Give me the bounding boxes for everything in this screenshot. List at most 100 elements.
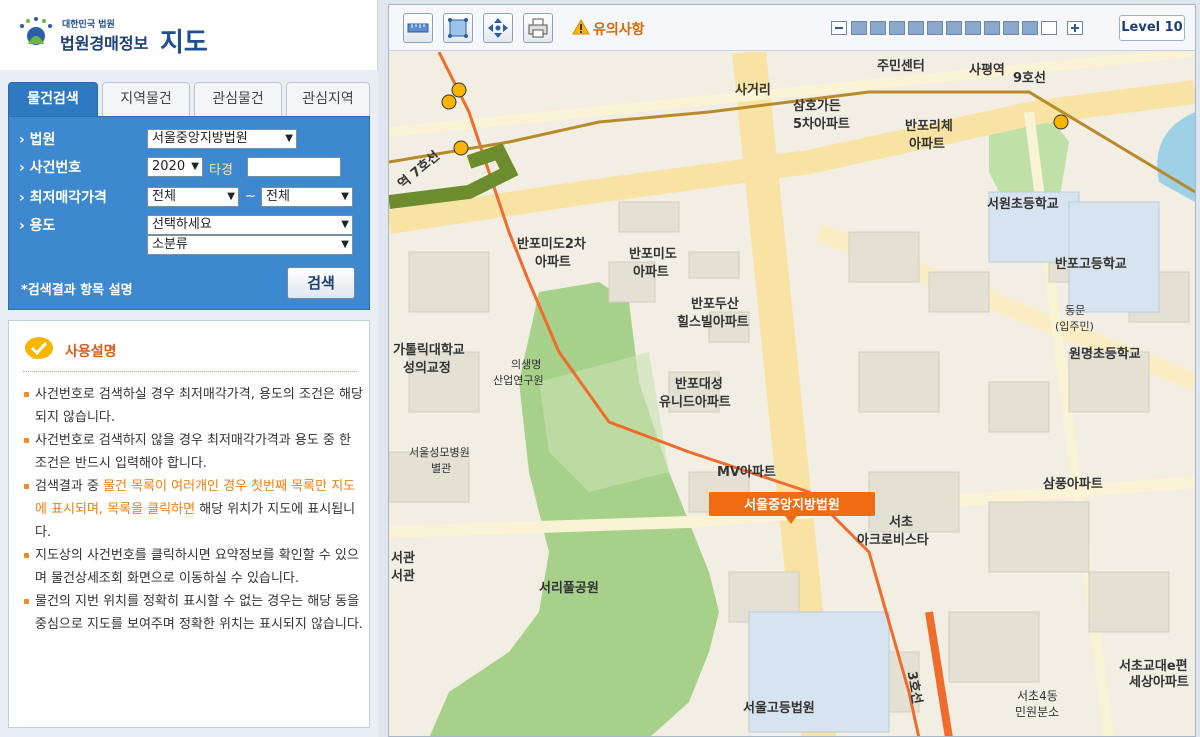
map-label: 아크로비스타 <box>857 532 929 548</box>
map-label: 원명초등학교 <box>1069 346 1141 362</box>
court-row: › 법원 서울중앙지방법원 ▼ <box>9 127 371 151</box>
map-label: 힐스빌아파트 <box>677 314 749 330</box>
plus-icon <box>1071 24 1079 32</box>
usage-minor-select[interactable]: 소분류 ▼ <box>147 235 353 255</box>
price-to-select[interactable]: 전체 ▼ <box>261 187 353 207</box>
court-select[interactable]: 서울중앙지방법원 ▼ <box>147 129 297 149</box>
usage-minor-value: 소분류 <box>152 237 188 252</box>
tab-item-search[interactable]: 물건검색 <box>8 82 98 116</box>
map-label: 세상아파트 <box>1129 674 1189 690</box>
map-label: 5차아파트 <box>793 116 850 132</box>
logo-subtitle: 대한민국 법원 <box>62 20 115 30</box>
minus-icon <box>835 27 843 29</box>
usage-major-value: 선택하세요 <box>152 217 212 232</box>
map-label: 주민센터 <box>877 58 925 74</box>
price-from-select[interactable]: 전체 ▼ <box>147 187 239 207</box>
chevron-down-icon: ▼ <box>341 239 349 250</box>
zoom-level-step[interactable] <box>946 21 962 35</box>
map-label: 아파트 <box>633 264 669 280</box>
print-button[interactable] <box>523 13 553 43</box>
result-help-link[interactable]: *검색결과 항목 설명 <box>21 279 133 298</box>
map-label: 서울성모병원 <box>409 446 470 459</box>
zoom-level-step[interactable] <box>927 21 943 35</box>
area-measure-button[interactable] <box>443 13 473 43</box>
map-label: 서울고등법원 <box>743 700 815 716</box>
chevron-down-icon: ▼ <box>341 219 349 230</box>
guide-item-5: 물건의 지번 위치를 정확히 표시할 수 없는 경우는 해당 동을 중심으로 지… <box>23 590 363 636</box>
map-label: MV아파트 <box>717 464 776 480</box>
map-label: 의생명 <box>511 358 541 371</box>
map-label: 반포미도 <box>629 246 677 262</box>
tab-interest-regions[interactable]: 관심지역 <box>286 82 370 116</box>
map-label: 서관 <box>391 568 415 584</box>
tab-region-items[interactable]: 지역물건 <box>102 82 190 116</box>
map-label: 반포미도2차 <box>517 236 586 252</box>
case-number-row: › 사건번호 2020 ▼ 타경 <box>9 155 371 179</box>
guide-item-4: 지도상의 사건번호를 클릭하시면 요약정보를 확인할 수 있으며 물건상세조회 … <box>23 544 363 590</box>
warning-icon <box>572 19 590 35</box>
zoom-level-step[interactable] <box>889 21 905 35</box>
case-number-input[interactable] <box>247 157 341 177</box>
zoom-out-button[interactable] <box>831 21 847 35</box>
zoom-level-step[interactable] <box>870 21 886 35</box>
map-label: 산업연구원 <box>493 374 544 387</box>
map-label: 반포고등학교 <box>1055 256 1127 272</box>
chevron-down-icon: ▼ <box>227 191 235 202</box>
chevron-down-icon: ▼ <box>191 161 199 172</box>
court-select-value: 서울중앙지방법원 <box>152 131 248 146</box>
distance-ruler-button[interactable] <box>403 13 433 43</box>
price-from-value: 전체 <box>152 189 176 204</box>
min-price-row: › 최저매각가격 전체 ▼ ~ 전체 ▼ <box>9 185 371 209</box>
map-toolbar: 유의사항 Level 10 <box>389 5 1195 51</box>
map-container: 유의사항 Level 10 사거리 주민센터 사평역 9호선 삼호가든 5차아파… <box>388 4 1196 737</box>
zoom-level-step[interactable] <box>1022 21 1038 35</box>
search-button[interactable]: 검색 <box>287 267 355 299</box>
logo-map-title: 지도 <box>160 28 208 58</box>
search-tabs: 물건검색 지역물건 관심물건 관심지역 <box>8 82 370 116</box>
map-label: 서초교대e편 <box>1119 658 1188 674</box>
case-number-label: › 사건번호 <box>19 160 82 176</box>
map-label: 유니드아파트 <box>659 394 731 410</box>
zoom-in-button[interactable] <box>1067 21 1083 35</box>
map-label: 서초4동 <box>1017 689 1058 703</box>
map-label: 가톨릭대학교 <box>393 342 465 358</box>
zoom-level-step[interactable] <box>1003 21 1019 35</box>
zoom-level-step[interactable] <box>1041 21 1057 35</box>
notice-link[interactable]: 유의사항 <box>593 19 645 39</box>
case-type-label: 타경 <box>209 163 233 178</box>
logo-area[interactable]: 대한민국 법원 법원경매정보 지도 <box>0 0 378 70</box>
left-panel: 대한민국 법원 법원경매정보 지도 물건검색 지역물건 관심물건 관심지역 › … <box>0 0 378 737</box>
map-label: 삼풍아파트 <box>1043 476 1103 492</box>
move-arrows-icon <box>488 18 508 38</box>
ruler-icon <box>407 23 429 33</box>
usage-major-select[interactable]: 선택하세요 ▼ <box>147 215 353 235</box>
map-label: 서관 <box>391 550 415 566</box>
zoom-level-step[interactable] <box>984 21 1000 35</box>
map-canvas[interactable]: 사거리 주민센터 사평역 9호선 삼호가든 5차아파트 반포리체 아파트 서원초… <box>389 52 1195 737</box>
pan-move-button[interactable] <box>483 13 513 43</box>
zoom-level-step[interactable] <box>908 21 924 35</box>
chevron-down-icon: ▼ <box>341 191 349 202</box>
map-label: 서리풀공원 <box>539 580 599 596</box>
map-label: 성의교정 <box>403 360 451 376</box>
zoom-level-step[interactable] <box>965 21 981 35</box>
map-label: 민원분소 <box>1015 705 1059 719</box>
map-label: 아파트 <box>535 254 571 270</box>
guide-divider <box>23 371 357 372</box>
zoom-level-step[interactable] <box>851 21 867 35</box>
chevron-down-icon: ▼ <box>285 133 293 144</box>
printer-icon <box>528 18 548 38</box>
year-select[interactable]: 2020 ▼ <box>147 157 203 177</box>
court-emblem-icon <box>20 17 52 45</box>
price-to-value: 전체 <box>266 189 290 204</box>
range-tilde: ~ <box>245 189 256 204</box>
tab-interest-items[interactable]: 관심물건 <box>194 82 282 116</box>
map-label: 반포대성 <box>675 376 723 392</box>
map-label: 서초 <box>889 515 913 530</box>
court-label: › 법원 <box>19 132 56 148</box>
map-label: 반포두산 <box>691 296 739 312</box>
map-label: 아파트 <box>909 136 945 152</box>
check-bubble-icon <box>25 337 53 359</box>
map-label: 삼호가든 <box>793 98 841 114</box>
map-label: 9호선 <box>1013 70 1046 86</box>
